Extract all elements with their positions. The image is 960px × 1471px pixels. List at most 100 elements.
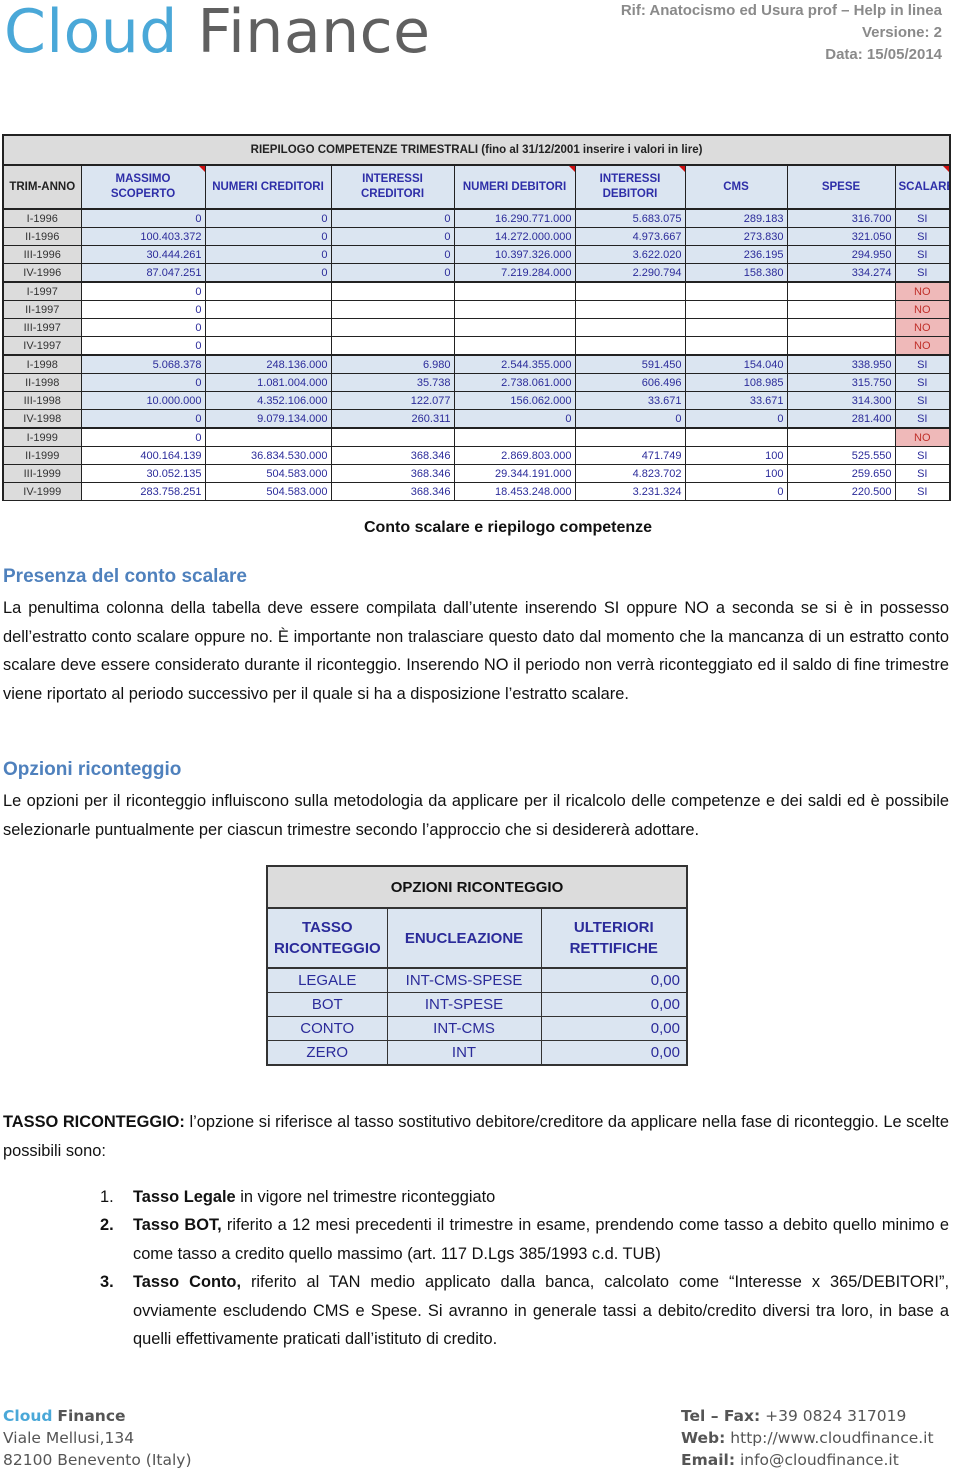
- value-cell[interactable]: [330, 318, 455, 337]
- value-cell[interactable]: 260.311: [330, 409, 455, 429]
- value-cell[interactable]: 4.973.667: [574, 227, 686, 246]
- value-cell[interactable]: 18.453.248.000: [453, 482, 576, 501]
- value-cell[interactable]: [574, 318, 686, 337]
- value-cell[interactable]: 321.050: [786, 227, 896, 246]
- value-cell[interactable]: 591.450: [574, 354, 686, 374]
- scalare-cell[interactable]: SI: [894, 391, 952, 410]
- value-cell[interactable]: 368.346: [330, 482, 455, 501]
- value-cell[interactable]: [684, 336, 788, 356]
- value-cell[interactable]: [330, 427, 455, 447]
- scalare-cell[interactable]: SI: [894, 409, 952, 429]
- value-cell[interactable]: [204, 318, 332, 337]
- scalare-cell[interactable]: NO: [894, 336, 952, 356]
- value-cell[interactable]: 0: [574, 409, 686, 429]
- value-cell[interactable]: 236.195: [684, 245, 788, 264]
- value-cell[interactable]: 4.823.702: [574, 464, 686, 483]
- value-cell[interactable]: 2.290.794: [574, 263, 686, 283]
- value-cell[interactable]: [786, 281, 896, 301]
- value-cell[interactable]: 294.950: [786, 245, 896, 264]
- value-cell[interactable]: 1.081.004.000: [204, 373, 332, 392]
- value-cell[interactable]: 314.300: [786, 391, 896, 410]
- value-cell[interactable]: 400.164.139: [80, 446, 206, 465]
- value-cell[interactable]: 0: [80, 208, 206, 228]
- value-cell[interactable]: 100: [684, 464, 788, 483]
- value-cell[interactable]: 504.583.000: [204, 482, 332, 501]
- value-cell[interactable]: [204, 336, 332, 356]
- value-cell[interactable]: 0: [684, 409, 788, 429]
- value-cell[interactable]: [786, 300, 896, 319]
- value-cell[interactable]: 33.671: [574, 391, 686, 410]
- value-cell[interactable]: 0: [330, 227, 455, 246]
- value-cell[interactable]: [453, 300, 576, 319]
- value-cell[interactable]: 338.950: [786, 354, 896, 374]
- value-cell[interactable]: 259.650: [786, 464, 896, 483]
- value-cell[interactable]: 0: [80, 427, 206, 447]
- value-cell[interactable]: 0: [80, 318, 206, 337]
- value-cell[interactable]: [574, 336, 686, 356]
- web-link[interactable]: http://www.cloudfinance.it: [725, 1429, 933, 1447]
- value-cell[interactable]: [204, 300, 332, 319]
- value-cell[interactable]: [684, 427, 788, 447]
- value-cell[interactable]: 0: [80, 281, 206, 301]
- value-cell[interactable]: 220.500: [786, 482, 896, 501]
- value-cell[interactable]: 16.290.771.000: [453, 208, 576, 228]
- value-cell[interactable]: 3.231.324: [574, 482, 686, 501]
- value-cell[interactable]: 30.052.135: [80, 464, 206, 483]
- scalare-cell[interactable]: SI: [894, 227, 952, 246]
- value-cell[interactable]: 525.550: [786, 446, 896, 465]
- value-cell[interactable]: 334.274: [786, 263, 896, 283]
- value-cell[interactable]: 156.062.000: [453, 391, 576, 410]
- value-cell[interactable]: [330, 281, 455, 301]
- value-cell[interactable]: 248.136.000: [204, 354, 332, 374]
- value-cell[interactable]: [330, 300, 455, 319]
- value-cell[interactable]: [684, 318, 788, 337]
- value-cell[interactable]: 504.583.000: [204, 464, 332, 483]
- value-cell[interactable]: [574, 281, 686, 301]
- value-cell[interactable]: 0: [80, 300, 206, 319]
- value-cell[interactable]: 10.000.000: [80, 391, 206, 410]
- value-cell[interactable]: [574, 300, 686, 319]
- value-cell[interactable]: 108.985: [684, 373, 788, 392]
- value-cell[interactable]: 7.219.284.000: [453, 263, 576, 283]
- value-cell[interactable]: [204, 281, 332, 301]
- value-cell[interactable]: [453, 427, 576, 447]
- scalare-cell[interactable]: SI: [894, 208, 952, 228]
- scalare-cell[interactable]: SI: [894, 263, 952, 283]
- value-cell[interactable]: 368.346: [330, 464, 455, 483]
- value-cell[interactable]: 283.758.251: [80, 482, 206, 501]
- value-cell[interactable]: 0: [204, 208, 332, 228]
- value-cell[interactable]: 0: [453, 409, 576, 429]
- value-cell[interactable]: 122.077: [330, 391, 455, 410]
- value-cell[interactable]: 0: [80, 373, 206, 392]
- scalare-cell[interactable]: SI: [894, 373, 952, 392]
- value-cell[interactable]: 316.700: [786, 208, 896, 228]
- scalare-cell[interactable]: NO: [894, 300, 952, 319]
- value-cell[interactable]: 158.380: [684, 263, 788, 283]
- scalare-cell[interactable]: NO: [894, 427, 952, 447]
- value-cell[interactable]: 100.403.372: [80, 227, 206, 246]
- value-cell[interactable]: [330, 336, 455, 356]
- value-cell[interactable]: 0: [204, 263, 332, 283]
- value-cell[interactable]: 35.738: [330, 373, 455, 392]
- value-cell[interactable]: 2.738.061.000: [453, 373, 576, 392]
- email-link[interactable]: info@cloudfinance.it: [735, 1451, 899, 1469]
- comment-marker-icon[interactable]: [943, 166, 949, 172]
- value-cell[interactable]: 33.671: [684, 391, 788, 410]
- value-cell[interactable]: [453, 336, 576, 356]
- value-cell[interactable]: 5.068.378: [80, 354, 206, 374]
- scalare-cell[interactable]: SI: [894, 245, 952, 264]
- value-cell[interactable]: 0: [80, 336, 206, 356]
- value-cell[interactable]: 289.183: [684, 208, 788, 228]
- value-cell[interactable]: 0: [204, 227, 332, 246]
- value-cell[interactable]: 471.749: [574, 446, 686, 465]
- value-cell[interactable]: [786, 336, 896, 356]
- value-cell[interactable]: 87.047.251: [80, 263, 206, 283]
- value-cell[interactable]: 14.272.000.000: [453, 227, 576, 246]
- value-cell[interactable]: 6.980: [330, 354, 455, 374]
- scalare-cell[interactable]: NO: [894, 318, 952, 337]
- value-cell[interactable]: 100: [684, 446, 788, 465]
- value-cell[interactable]: 315.750: [786, 373, 896, 392]
- value-cell[interactable]: 4.352.106.000: [204, 391, 332, 410]
- scalare-cell[interactable]: SI: [894, 446, 952, 465]
- scalare-cell[interactable]: SI: [894, 482, 952, 501]
